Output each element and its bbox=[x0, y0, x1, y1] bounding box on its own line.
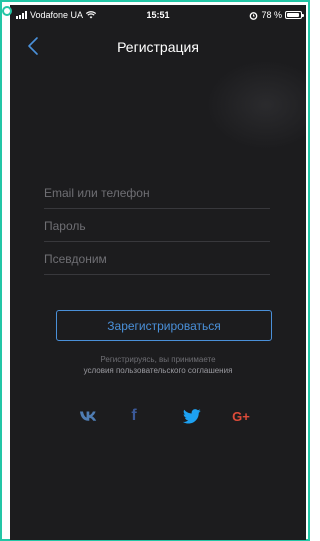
frame-handle bbox=[2, 6, 12, 16]
alarm-icon bbox=[250, 11, 258, 20]
status-right: 78 % bbox=[249, 10, 304, 20]
battery-percent: 78 % bbox=[261, 10, 282, 20]
status-bar: Vodafone UA 15:51 78 % bbox=[10, 5, 306, 25]
vk-icon bbox=[80, 411, 97, 421]
nickname-input[interactable] bbox=[44, 243, 270, 274]
battery-icon bbox=[285, 11, 304, 19]
terms-text: Регистрируясь, вы принимаете bbox=[100, 355, 216, 364]
background-glow bbox=[206, 60, 306, 150]
facebook-icon: f bbox=[131, 407, 137, 424]
facebook-login-button[interactable]: f bbox=[121, 403, 147, 429]
page-title: Регистрация bbox=[117, 39, 199, 55]
google-plus-icon: G+ bbox=[232, 408, 250, 424]
twitter-icon bbox=[183, 408, 201, 424]
password-field bbox=[44, 210, 270, 242]
twitter-login-button[interactable] bbox=[179, 403, 205, 429]
vk-login-button[interactable] bbox=[76, 403, 102, 429]
email-field bbox=[44, 177, 270, 209]
nickname-field bbox=[44, 243, 270, 275]
app-screen: Vodafone UA 15:51 78 % Регистрация Email… bbox=[10, 5, 306, 540]
terms-link[interactable]: условия пользовательского соглашения bbox=[30, 365, 286, 376]
device-frame: Vodafone UA 15:51 78 % Регистрация Email… bbox=[0, 0, 310, 541]
email-input[interactable] bbox=[44, 177, 270, 208]
google-plus-login-button[interactable]: G+ bbox=[228, 403, 254, 429]
password-input[interactable] bbox=[44, 210, 270, 241]
nav-bar: Регистрация bbox=[10, 27, 306, 67]
register-button[interactable]: Зарегистрироваться bbox=[56, 310, 272, 341]
